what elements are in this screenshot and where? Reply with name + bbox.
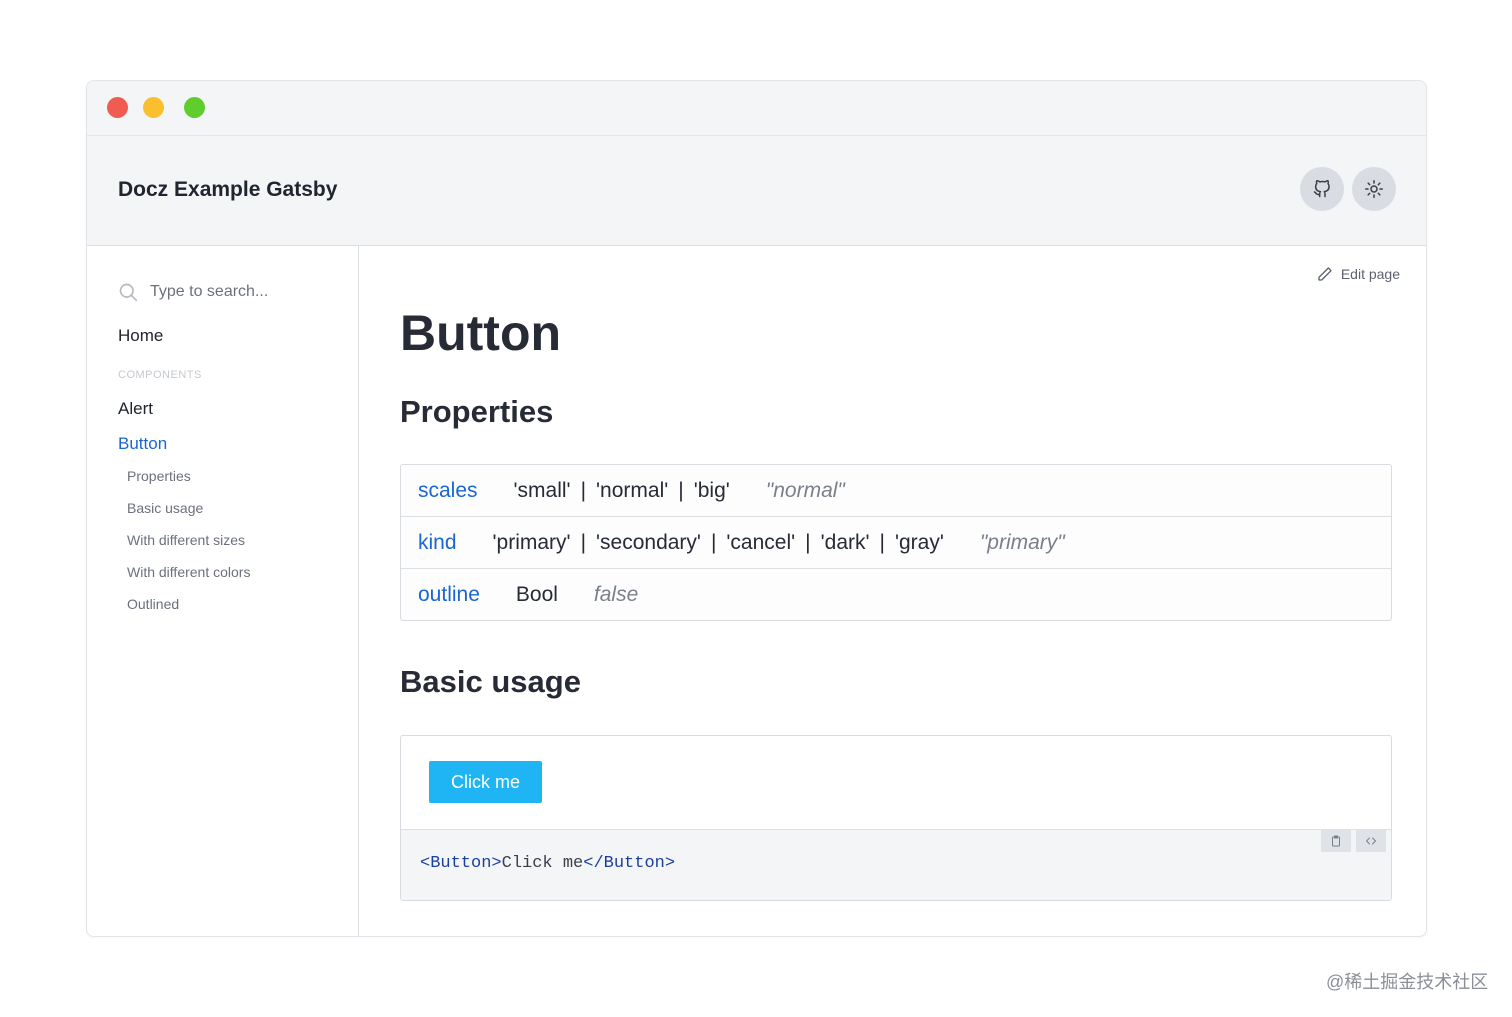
prop-name: scales: [418, 478, 478, 502]
site-title[interactable]: Docz Example Gatsby: [118, 178, 337, 202]
prop-type-value: 'gray': [894, 530, 944, 554]
basic-usage-heading: Basic usage: [400, 664, 581, 699]
prop-row-outline: outline Bool false: [401, 569, 1391, 621]
playground-code-editor[interactable]: <Button>Click me</Button>: [401, 830, 1391, 900]
code-close-tag: </Button>: [583, 854, 676, 873]
code-snippet: <Button>Click me</Button>: [420, 854, 675, 873]
prop-default: false: [593, 583, 639, 606]
copy-code-button[interactable]: [1321, 830, 1351, 852]
watermark: @稀土掘金技术社区: [1326, 972, 1489, 992]
type-separator: |: [805, 530, 811, 554]
prop-type-value: 'normal': [596, 478, 669, 502]
theme-toggle-button[interactable]: [1352, 167, 1396, 211]
properties-heading: Properties: [400, 394, 554, 429]
sidebar-subitem-properties[interactable]: Properties: [127, 468, 191, 484]
sidebar-item-home[interactable]: Home: [118, 326, 163, 346]
edit-page-label: Edit page: [1340, 266, 1400, 282]
sidebar-item-alert[interactable]: Alert: [118, 399, 153, 419]
prop-name: outline: [418, 583, 480, 606]
playground-preview: Click me: [401, 736, 1391, 830]
search-box[interactable]: [118, 282, 350, 302]
toggle-code-button[interactable]: [1356, 830, 1386, 852]
type-separator: |: [580, 478, 587, 502]
playground: Click me <Button>Click me</Button>: [400, 735, 1392, 901]
edit-page-link[interactable]: Edit page: [1317, 266, 1400, 282]
click-me-button[interactable]: Click me: [429, 761, 542, 803]
type-separator: |: [580, 530, 587, 554]
page-title: Button: [400, 305, 562, 361]
sidebar-subitem-basic-usage[interactable]: Basic usage: [127, 500, 203, 516]
sidebar-section-components: COMPONENTS: [118, 369, 202, 381]
prop-row-scales: scales 'small' | 'normal' | 'big' "norma…: [401, 465, 1391, 517]
window-titlebar: [87, 81, 1426, 136]
main-content: Edit page Button Properties scales 'smal…: [360, 246, 1426, 936]
site-header: Docz Example Gatsby: [87, 136, 1426, 246]
code-open-tag: <Button>: [420, 854, 502, 873]
prop-type-value: Bool: [515, 583, 558, 606]
browser-window: Docz Example Gatsby Home COMPONENTS Ale: [86, 80, 1427, 937]
clipboard-icon: [1332, 835, 1340, 847]
sidebar-subitem-different-sizes[interactable]: With different sizes: [127, 532, 245, 548]
sidebar: Home COMPONENTS Alert Button Properties …: [87, 246, 359, 936]
maximize-window-button[interactable]: [184, 97, 205, 118]
prop-type-value: 'small': [513, 478, 571, 502]
sidebar-item-button[interactable]: Button: [118, 434, 167, 454]
sun-icon: [1365, 180, 1383, 198]
search-icon: [119, 283, 138, 302]
close-window-button[interactable]: [107, 97, 128, 118]
prop-default: "primary": [979, 530, 1065, 554]
minimize-window-button[interactable]: [143, 97, 164, 118]
prop-type-value: 'cancel': [726, 530, 796, 554]
github-icon: [1313, 180, 1330, 198]
pencil-icon: [1318, 267, 1332, 281]
sidebar-subitem-different-colors[interactable]: With different colors: [127, 564, 250, 580]
prop-type-value: 'big': [693, 478, 730, 502]
github-button[interactable]: [1300, 167, 1344, 211]
prop-type-value: 'dark': [820, 530, 870, 554]
prop-type-value: 'secondary': [596, 530, 701, 554]
prop-name: kind: [418, 530, 457, 554]
type-separator: |: [710, 530, 717, 554]
prop-type-value: 'primary': [492, 530, 571, 554]
type-separator: |: [879, 530, 885, 554]
code-icon: [1366, 837, 1376, 845]
properties-table: scales 'small' | 'normal' | 'big' "norma…: [400, 464, 1392, 621]
search-input[interactable]: [150, 283, 350, 301]
prop-default: "normal": [765, 478, 845, 502]
sidebar-subitem-outlined[interactable]: Outlined: [127, 596, 179, 612]
prop-row-kind: kind 'primary' | 'secondary' | 'cancel' …: [401, 517, 1391, 569]
type-separator: |: [678, 478, 684, 502]
code-content: Click me: [501, 854, 584, 873]
